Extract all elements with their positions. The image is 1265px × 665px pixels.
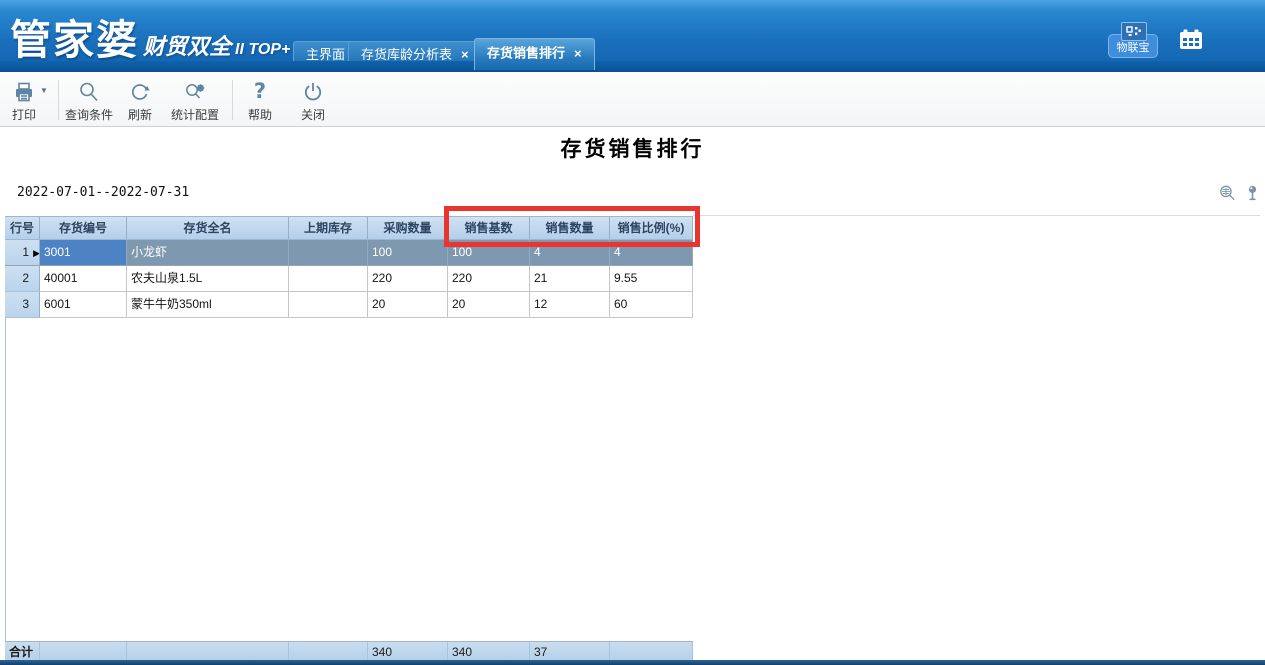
print-dropdown-caret-icon[interactable]: ▼ [40, 86, 48, 95]
cell-prev-stock[interactable] [289, 240, 368, 266]
cell-purchase-qty[interactable]: 220 [368, 266, 448, 292]
cell-code[interactable]: 40001 [40, 266, 127, 292]
stats-config-label: 统计配置 [164, 106, 226, 123]
close-icon[interactable]: × [461, 47, 469, 62]
power-icon [292, 77, 334, 105]
row-number-cell[interactable]: 3 [5, 292, 40, 318]
window-bottom-edge [0, 660, 1265, 665]
close-icon[interactable]: × [574, 46, 582, 61]
tab-sales-ranking[interactable]: 存货销售排行 × [474, 38, 595, 70]
sales-ranking-table: 行号 存货编号 存货全名 上期库存 采购数量 销售基数 销售数量 销售比例(%)… [5, 216, 693, 318]
cell-name[interactable]: 小龙虾 [127, 240, 289, 266]
column-header-sales-ratio[interactable]: 销售比例(%) [610, 217, 693, 239]
logo-edition-text: II TOP+ [235, 41, 290, 58]
tab-label: 存货销售排行 [487, 46, 565, 61]
app-logo: 管家婆财贸双全II TOP+ [10, 6, 290, 66]
cell-sales-ratio[interactable]: 4 [610, 240, 693, 266]
cell-sales-qty[interactable]: 12 [530, 292, 610, 318]
cell-sales-ratio[interactable]: 9.55 [610, 266, 693, 292]
column-header-name[interactable]: 存货全名 [127, 217, 289, 239]
calendar-icon[interactable] [1177, 28, 1205, 52]
app-header: 管家婆财贸双全II TOP+ 主界面 存货库龄分析表 × 存货销售排行 × 物联宝 [0, 0, 1265, 72]
help-icon: ? [254, 79, 266, 103]
cell-prev-stock[interactable] [289, 266, 368, 292]
totals-label: 合计 [5, 642, 40, 662]
table-tools [1218, 182, 1262, 206]
row-number: 1 [22, 245, 29, 259]
help-button[interactable]: ? 帮助 [240, 77, 280, 123]
close-label: 关闭 [292, 106, 334, 123]
print-label: 打印 [6, 106, 42, 123]
row-number: 3 [22, 297, 29, 311]
logo-sub-text: 财贸双全 [143, 34, 231, 59]
row-number-cell[interactable]: 1▶ [5, 240, 40, 266]
zoom-icon[interactable] [1218, 182, 1237, 204]
stats-config-button[interactable]: 统计配置 [164, 77, 226, 123]
cell-code[interactable]: 6001 [40, 292, 127, 318]
table-row[interactable]: 2 40001 农夫山泉1.5L 220 220 21 9.55 [5, 266, 693, 292]
cell-name[interactable]: 农夫山泉1.5L [127, 266, 289, 292]
cell-name[interactable]: 蒙牛牛奶350ml [127, 292, 289, 318]
cell-prev-stock[interactable] [289, 292, 368, 318]
search-icon [64, 77, 114, 105]
row-number-cell[interactable]: 2 [5, 266, 40, 292]
totals-code [40, 642, 127, 662]
close-button[interactable]: 关闭 [292, 77, 334, 123]
column-header-rowno[interactable]: 行号 [5, 217, 40, 239]
stats-config-icon [164, 77, 226, 105]
cell-sales-base[interactable]: 220 [448, 266, 530, 292]
cell-sales-base[interactable]: 100 [448, 240, 530, 266]
cell-purchase-qty[interactable]: 20 [368, 292, 448, 318]
column-header-prev-stock[interactable]: 上期库存 [289, 217, 368, 239]
toolbar-separator [232, 80, 233, 120]
refresh-icon [120, 77, 160, 105]
totals-prev-stock [289, 642, 368, 662]
row-number: 2 [22, 271, 29, 285]
header-bottom-strip [0, 61, 1265, 72]
cell-code[interactable]: 3001 [40, 240, 127, 266]
table-row[interactable]: 3 6001 蒙牛牛奶350ml 20 20 12 60 [5, 292, 693, 318]
printer-icon [6, 77, 42, 105]
totals-name [127, 642, 289, 662]
query-conditions-button[interactable]: 查询条件 [64, 77, 114, 123]
pin-icon[interactable] [1243, 182, 1262, 204]
logo-main-text: 管家婆 [10, 17, 139, 63]
cell-sales-ratio[interactable]: 60 [610, 292, 693, 318]
totals-sales-base: 340 [448, 642, 530, 662]
current-row-arrow-icon: ▶ [33, 241, 40, 266]
table-row[interactable]: 1▶ 3001 小龙虾 100 100 4 4 [5, 240, 693, 266]
cell-sales-qty[interactable]: 4 [530, 240, 610, 266]
totals-purchase-qty: 340 [368, 642, 448, 662]
refresh-label: 刷新 [120, 106, 160, 123]
help-label: 帮助 [240, 106, 280, 123]
table-header-row: 行号 存货编号 存货全名 上期库存 采购数量 销售基数 销售数量 销售比例(%) [5, 216, 693, 240]
page-title: 存货销售排行 [0, 133, 1265, 163]
iot-treasure-button[interactable]: 物联宝 [1108, 24, 1158, 58]
column-header-sales-base[interactable]: 销售基数 [448, 217, 530, 239]
column-header-sales-qty[interactable]: 销售数量 [530, 217, 610, 239]
tab-label: 主界面 [306, 47, 345, 62]
grid-top-line [693, 215, 1260, 216]
totals-sales-qty: 37 [530, 642, 610, 662]
cell-sales-base[interactable]: 20 [448, 292, 530, 318]
totals-sales-ratio [610, 642, 693, 662]
refresh-button[interactable]: 刷新 [120, 77, 160, 123]
qrcode-icon [1121, 22, 1147, 41]
column-header-code[interactable]: 存货编号 [40, 217, 127, 239]
toolbar-separator [58, 80, 59, 120]
cell-sales-qty[interactable]: 21 [530, 266, 610, 292]
toolbar: 打印 ▼ 查询条件 刷新 [0, 72, 1265, 127]
column-header-purchase-qty[interactable]: 采购数量 [368, 217, 448, 239]
print-button[interactable]: 打印 [6, 77, 42, 123]
cell-purchase-qty[interactable]: 100 [368, 240, 448, 266]
query-conditions-label: 查询条件 [64, 106, 114, 123]
date-range-label: 2022-07-01--2022-07-31 [17, 185, 189, 200]
tab-label: 存货库龄分析表 [361, 47, 452, 62]
